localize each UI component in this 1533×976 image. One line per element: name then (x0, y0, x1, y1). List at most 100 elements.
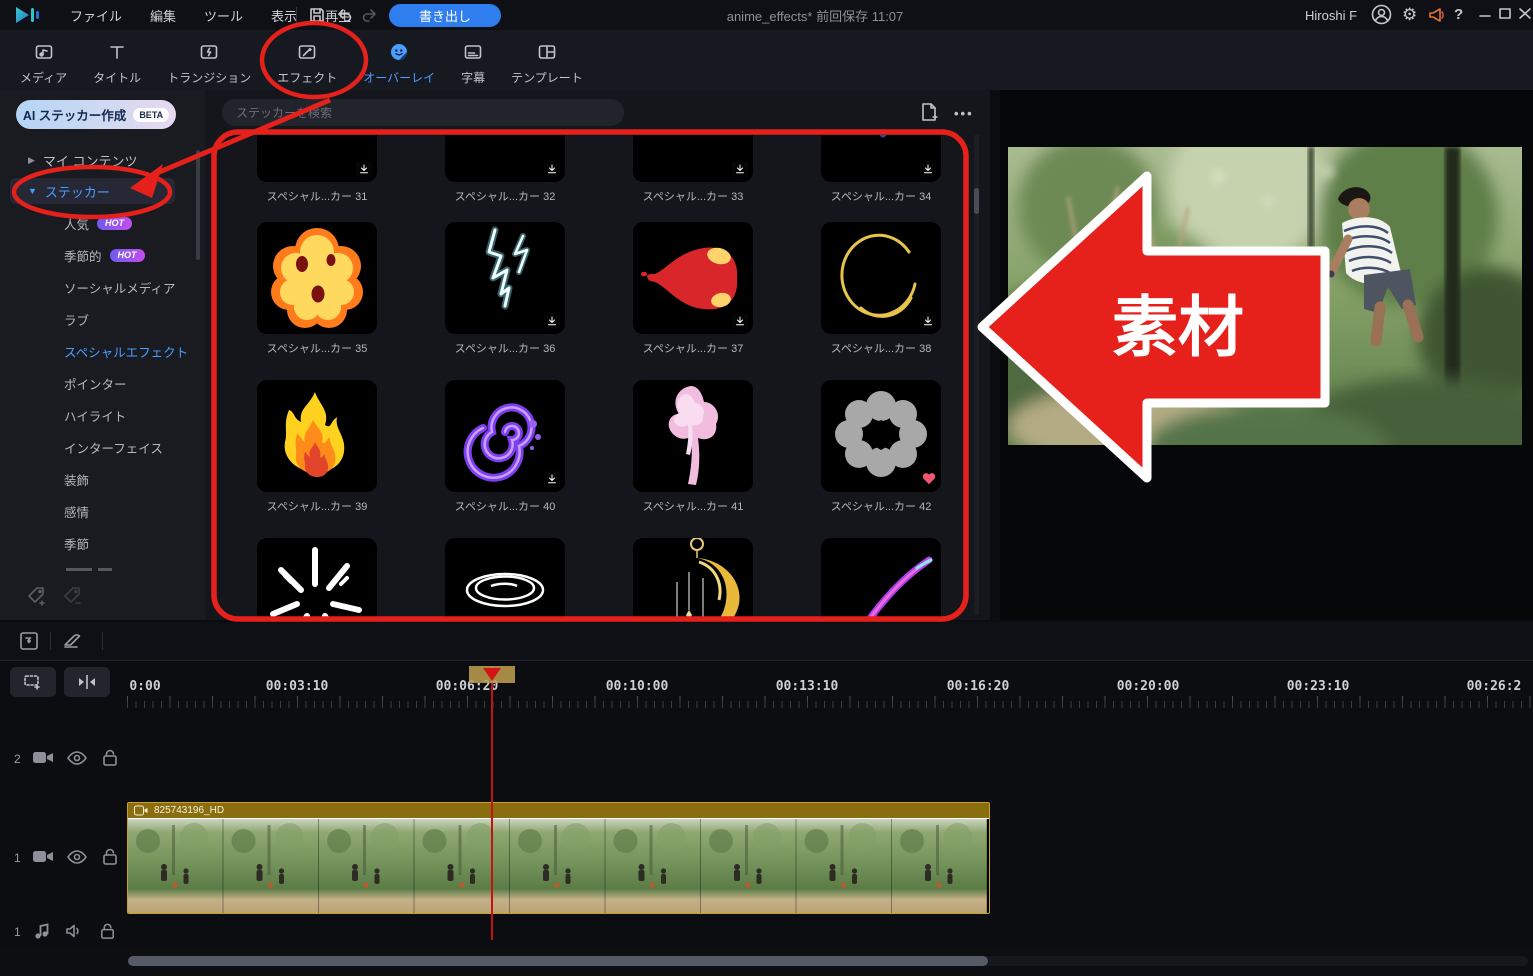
menu-tools[interactable]: ツール (190, 0, 257, 30)
sticker-thumb-moon-mobile (633, 538, 753, 620)
sidebar-item-special-effects[interactable]: スペシャルエフェクト (0, 338, 205, 364)
add-subtitle-track-button[interactable] (10, 667, 56, 697)
beta-badge: BETA (133, 107, 170, 122)
sidebar-item-emotion[interactable]: 感情 (0, 498, 205, 524)
tab-overlay[interactable]: オーバーレイ (351, 34, 447, 86)
track-number: 1 (14, 851, 21, 865)
sidebar-item-decoration[interactable]: 装飾 (0, 466, 205, 492)
download-icon[interactable] (732, 313, 748, 329)
download-icon[interactable] (544, 161, 560, 177)
ruler-label: 00:03:10 (265, 679, 329, 694)
save-icon[interactable] (308, 6, 326, 27)
sticker-item[interactable] (411, 538, 599, 620)
sidebar-item-love[interactable]: ラブ (0, 306, 205, 332)
download-icon[interactable] (920, 161, 936, 177)
sidebar-item-social-media[interactable]: ソーシャルメディア (0, 274, 205, 300)
sidebar-scrollbar[interactable] (196, 150, 200, 260)
tab-media[interactable]: メディア (8, 34, 79, 86)
sidebar-item-highlight[interactable]: ハイライト (0, 402, 205, 428)
sticker-item[interactable]: スペシャル...カー 38 (787, 222, 975, 356)
sidebar-item-popular[interactable]: 人気 HOT (0, 210, 205, 236)
announcement-megaphone-icon[interactable] (1427, 5, 1447, 28)
sticker-item[interactable]: スペシャル...カー 34 (787, 135, 975, 204)
divider (50, 632, 51, 650)
track-volume-icon[interactable] (64, 922, 84, 943)
undo-icon[interactable] (336, 7, 353, 27)
maximize-button[interactable] (1497, 4, 1513, 25)
tab-templates[interactable]: テンプレート (499, 34, 595, 86)
tag-remove-icon[interactable] (62, 585, 84, 610)
download-icon[interactable] (920, 313, 936, 329)
media-library-panel: AI ステッカー作成 BETA ▶ マイ コンテンツ ▼ ステッカー 人気 HO… (0, 90, 990, 620)
sticker-item[interactable]: スペシャル...カー 33 (599, 135, 787, 204)
sidebar-item-interface[interactable]: インターフェイス (0, 434, 205, 460)
timeline-hscroll-thumb[interactable] (128, 956, 988, 966)
sidebar-item-seasonal[interactable]: 季節的 HOT (0, 242, 205, 268)
sticker-item[interactable]: スペシャル...カー 37 (599, 222, 787, 356)
tag-add-icon[interactable] (26, 585, 48, 610)
help-icon[interactable]: ? (1454, 6, 1463, 23)
track-lock-icon[interactable] (100, 748, 120, 771)
menu-edit[interactable]: 編集 (136, 0, 190, 30)
timeline-video-clip[interactable]: 825743196_HD (127, 802, 990, 914)
sidebar-item-pointer[interactable]: ポインター (0, 370, 205, 396)
tab-transition[interactable]: トランジション (155, 34, 263, 86)
favorite-heart-icon[interactable] (922, 472, 936, 488)
video-editor-window: ファイル 編集 ツール 表示 再生 書き出し anime_effects* 前回… (0, 0, 1533, 976)
settings-gear-icon[interactable]: ⚙ (1402, 5, 1417, 25)
app-logo-icon (14, 4, 40, 29)
track-lock-icon[interactable] (98, 922, 117, 944)
redo-icon[interactable] (361, 7, 378, 27)
blade-cut-icon[interactable] (62, 630, 86, 655)
sticker-item[interactable]: スペシャル...カー 39 (223, 380, 411, 514)
download-icon[interactable] (544, 313, 560, 329)
chevron-right-icon: ▶ (28, 154, 35, 165)
avatar[interactable] (1371, 4, 1392, 28)
sticker-thumb-teal-wisp (633, 135, 753, 182)
sticker-item[interactable]: スペシャル...カー 36 (411, 222, 599, 356)
clip-name: 825743196_HD (154, 805, 225, 816)
chevron-down-icon: ▼ (28, 186, 37, 196)
ruler-label: 00:26:2 (1466, 679, 1522, 694)
sticker-thumb-cartoon-fire (257, 380, 377, 492)
sticker-item[interactable]: スペシャル...カー 32 (411, 135, 599, 204)
frame-preview-icon[interactable] (18, 630, 40, 655)
menu-file[interactable]: ファイル (56, 0, 136, 30)
download-icon[interactable] (356, 161, 372, 177)
sidebar-item-my-content[interactable]: ▶ マイ コンテンツ (0, 147, 205, 173)
menu-view[interactable]: 表示 (257, 0, 311, 30)
sticker-item[interactable]: スペシャル...カー 41 (599, 380, 787, 514)
export-button[interactable]: 書き出し (389, 4, 501, 27)
sticker-item[interactable] (599, 538, 787, 620)
sidebar-item-sticker[interactable]: ▼ ステッカー (0, 178, 205, 204)
download-icon[interactable] (732, 161, 748, 177)
preview-video[interactable] (1008, 147, 1522, 445)
download-icon[interactable] (544, 471, 560, 487)
sticker-item[interactable] (223, 538, 411, 620)
ruler-minor-ticks[interactable] (127, 701, 1533, 708)
track-lock-icon[interactable] (100, 847, 120, 870)
sticker-item[interactable]: スペシャル...カー 42 (787, 380, 975, 514)
track-visibility-eye-icon[interactable] (66, 749, 88, 770)
sidebar-item-season[interactable]: 季節 (0, 530, 205, 556)
track-visibility-eye-icon[interactable] (66, 848, 88, 869)
sticker-item[interactable]: スペシャル...カー 40 (411, 380, 599, 514)
playhead[interactable] (491, 666, 493, 940)
sticker-thumb-firework (257, 538, 377, 620)
import-file-icon[interactable] (918, 101, 940, 126)
more-options-icon[interactable]: ••• (954, 106, 974, 121)
sticker-item[interactable]: スペシャル...カー 31 (223, 135, 411, 204)
sticker-thumb-pink-cloud (445, 135, 565, 182)
tab-effects[interactable]: エフェクト (265, 34, 349, 86)
playhead-marker[interactable] (483, 668, 501, 681)
minimize-button[interactable] (1477, 4, 1493, 25)
close-button[interactable] (1517, 4, 1533, 25)
ai-sticker-create-button[interactable]: AI ステッカー作成 BETA (16, 100, 176, 129)
tab-title[interactable]: タイトル (81, 34, 153, 86)
ruler-label: 00:13:10 (775, 679, 839, 694)
sidebar-item-clipped (98, 568, 112, 571)
tab-subtitles[interactable]: 字幕 (449, 34, 497, 86)
sticker-item[interactable]: スペシャル...カー 35 (223, 222, 411, 356)
search-input[interactable] (222, 99, 624, 126)
sticker-item[interactable] (787, 538, 975, 620)
